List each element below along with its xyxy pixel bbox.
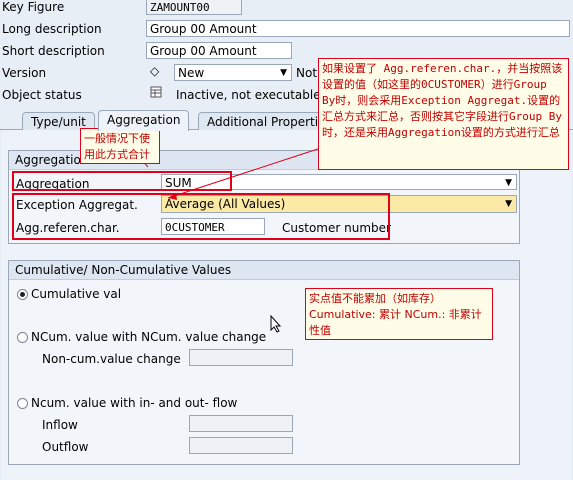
annotation-note-ref-char: 如果设置了 Agg.referen.char.，并当按照该设置的值（如这里的0C… (318, 58, 569, 170)
annotation-note-cumulative: 实点值不能累加（如库存）Cumulative: 累计 NCum.: 非累计性值 (305, 288, 493, 340)
annotation-note-sum: 一般情况下使用此方式合计 (80, 128, 160, 164)
tab-aggregation[interactable]: Aggregation (98, 110, 190, 131)
